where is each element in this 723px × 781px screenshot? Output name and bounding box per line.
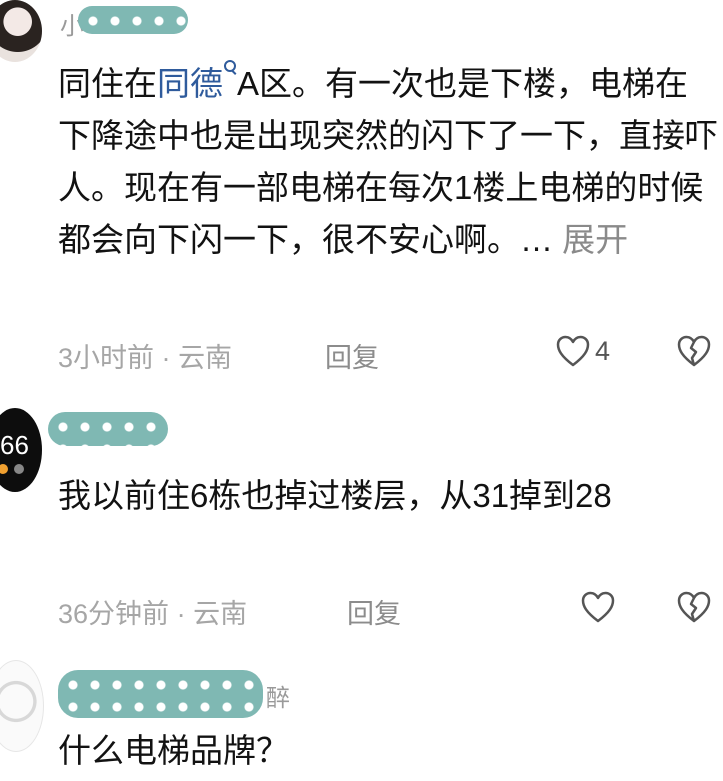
search-icon[interactable] [223, 58, 237, 82]
username-sticker [48, 412, 168, 446]
comment-meta: 3小时前 · 云南 [58, 336, 232, 375]
separator: · [176, 599, 186, 629]
reply-button[interactable]: 回复 [347, 592, 401, 631]
comment-text: 我以前住6栋也掉过楼层，从31掉到28 [58, 477, 612, 514]
comment-meta: 36分钟前 · 云南 [58, 592, 247, 631]
broken-heart-icon[interactable] [676, 334, 712, 368]
like-button[interactable]: 4 [555, 334, 610, 368]
username[interactable]: 醉 [266, 678, 291, 713]
comment-text: 什么电梯品牌？ [58, 732, 289, 769]
timestamp: 3小时前 [58, 343, 155, 373]
avatar[interactable]: 66 [0, 408, 42, 492]
heart-icon [556, 335, 590, 367]
location: 云南 [193, 599, 248, 629]
heart-icon[interactable] [580, 590, 616, 624]
avatar-text: 66 [0, 430, 29, 460]
broken-heart-icon[interactable] [676, 590, 712, 624]
separator: · [161, 343, 171, 373]
avatar[interactable] [0, 660, 44, 752]
topic-link[interactable]: 同德 [157, 65, 223, 102]
like-count: 4 [595, 335, 611, 366]
timestamp: 36分钟前 [58, 599, 170, 629]
comment-text: 同住在同德 A区。有一次也是下楼，电梯在下降途中也是出现突然的闪下了一下，直接吓人… [58, 58, 718, 266]
reply-button[interactable]: 回复 [325, 336, 379, 375]
avatar[interactable] [0, 0, 42, 62]
avatar-dot [14, 464, 24, 474]
avatar-dot [0, 464, 8, 474]
location: 云南 [178, 343, 233, 373]
comment-text-start: 同住在 [58, 65, 157, 102]
username-sticker [78, 6, 188, 34]
expand-link[interactable]: 展开 [562, 221, 628, 258]
username-sticker [58, 670, 263, 718]
